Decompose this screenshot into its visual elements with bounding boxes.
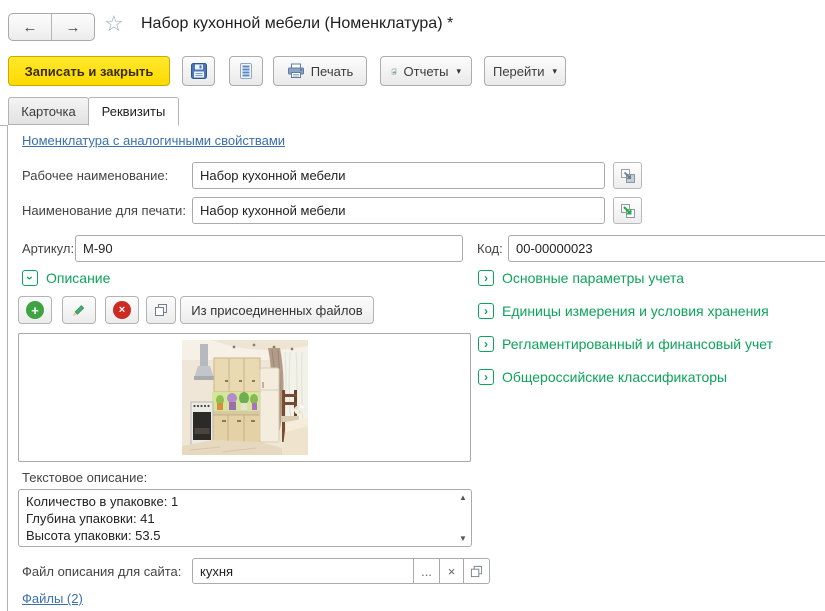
favorite-star-icon[interactable]: ☆ [104,11,124,37]
print-label: Печать [311,64,354,79]
nomenclature-card-window: ← → ☆ Набор кухонной мебели (Номенклатур… [0,0,825,611]
tab-card[interactable]: Карточка [8,97,89,125]
add-image-button[interactable]: + [18,296,52,324]
save-and-close-button[interactable]: Записать и закрыть [8,56,170,86]
section-classifiers-label: Общероссийские классификаторы [502,369,727,385]
copy-image-button[interactable] [146,296,176,324]
clear-file-button[interactable]: × [440,558,464,584]
from-attached-files-label: Из присоединенных файлов [191,303,362,318]
page-title: Набор кухонной мебели (Номенклатура) * [141,15,453,33]
back-icon: ← [23,19,38,36]
text-description-line: Количество в упаковке: 1 [26,493,453,510]
files-link-wrap: Файлы (2) [22,591,83,606]
code-input[interactable]: 00-00000023 [508,235,825,262]
edit-image-button[interactable] [62,296,96,324]
open-copy-icon [470,565,483,578]
section-units-storage-label: Единицы измерения и условия хранения [502,303,769,319]
reports-button[interactable]: Отчеты ▾ [380,56,472,86]
printer-icon [287,63,305,79]
section-regulated-finance[interactable]: › Регламентированный и финансовый учет [478,336,773,352]
scroll-up-icon[interactable]: ▲ [459,493,467,502]
reports-dropdown-icon: ▾ [456,66,461,77]
goto-label: Перейти [493,64,545,79]
print-button[interactable]: Печать [273,56,367,86]
tab-card-label: Карточка [21,104,75,119]
similar-nomenclature-link-wrap: Номенклатура с аналогичными свойствами [22,133,285,148]
delete-image-button[interactable]: × [105,296,139,324]
floppy-icon [190,62,208,80]
forward-button[interactable]: → [51,14,94,40]
open-file-button[interactable] [464,558,490,584]
pencil-icon [71,302,87,318]
working-name-label: Рабочее наименование: [22,168,168,183]
chevron-right-icon: › [478,369,494,385]
text-description-textarea[interactable]: Количество в упаковке: 1 Глубина упаковк… [18,489,472,547]
section-units-storage[interactable]: › Единицы измерения и условия хранения [478,303,769,319]
section-main-accounting-label: Основные параметры учета [502,270,684,286]
copy-arrow-green-icon [620,203,636,219]
print-name-copy-button[interactable] [613,197,642,224]
reports-label: Отчеты [404,64,449,79]
add-icon: + [26,301,44,319]
chevron-right-icon: › [478,303,494,319]
goto-button[interactable]: Перейти ▾ [484,56,566,86]
text-description-line: Глубина упаковки: 41 [26,510,453,527]
clear-icon: × [448,564,456,579]
save-and-close-label: Записать и закрыть [25,64,154,79]
scroll-down-icon[interactable]: ▼ [459,534,467,543]
section-description-title: Описание [46,270,110,286]
site-file-field-group: кухня ... × [192,558,490,584]
files-link[interactable]: Файлы (2) [22,591,83,606]
chevron-right-icon: › [478,336,494,352]
similar-nomenclature-link[interactable]: Номенклатура с аналогичными свойствами [22,133,285,148]
print-name-input[interactable]: Набор кухонной мебели [192,197,605,224]
product-photo [182,340,308,455]
history-nav: ← → [8,13,95,41]
from-attached-files-button[interactable]: Из присоединенных файлов [180,296,374,324]
section-regulated-finance-label: Регламентированный и финансовый учет [502,336,773,352]
text-description-label: Текстовое описание: [22,470,147,485]
goto-dropdown-icon: ▾ [553,66,558,77]
site-file-label: Файл описания для сайта: [22,564,181,579]
article-input[interactable]: М-90 [75,235,463,262]
section-classifiers[interactable]: › Общероссийские классификаторы [478,369,727,385]
chevron-down-icon: › [22,270,38,286]
working-name-input[interactable]: Набор кухонной мебели [192,162,605,189]
text-description-line: Высота упаковки: 53.5 [26,527,453,544]
choose-file-button[interactable]: ... [414,558,440,584]
list-stack-icon [238,62,254,80]
ellipsis-icon: ... [421,564,432,579]
save-button[interactable] [182,56,215,86]
copy-icon [154,303,168,317]
back-button[interactable]: ← [9,14,51,40]
versions-button[interactable] [229,56,263,86]
chevron-right-icon: › [478,270,494,286]
site-file-input[interactable]: кухня [192,558,414,584]
print-name-label: Наименование для печати: [22,203,186,218]
article-label: Артикул: [22,241,74,256]
delete-icon: × [113,301,131,319]
working-name-copy-button[interactable] [613,162,642,189]
product-image-frame[interactable] [18,333,471,462]
section-description-toggle[interactable]: › Описание [22,270,110,286]
copy-arrow-gray-icon [620,168,636,184]
section-main-accounting[interactable]: › Основные параметры учета [478,270,684,286]
code-label: Код: [477,241,503,256]
forward-icon: → [66,19,81,36]
report-icon [391,63,398,80]
tab-requisites[interactable]: Реквизиты [88,97,179,126]
tab-requisites-label: Реквизиты [102,104,166,119]
